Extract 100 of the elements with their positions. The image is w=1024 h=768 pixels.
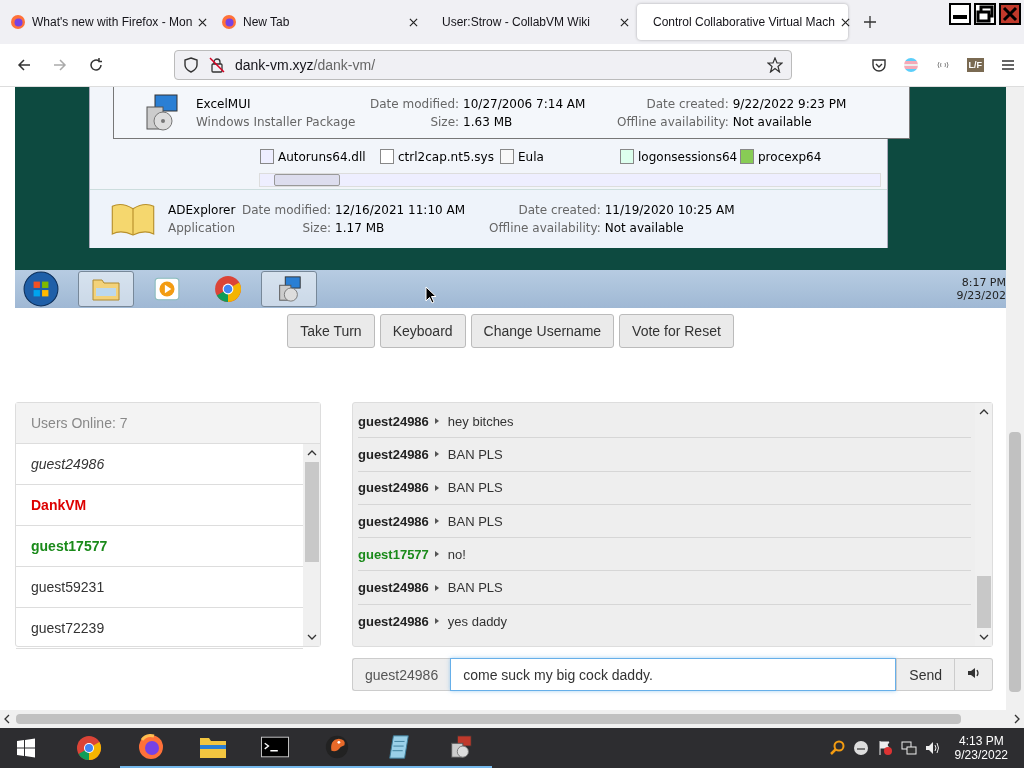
close-icon[interactable] bbox=[840, 17, 850, 27]
file-item[interactable]: Eula bbox=[500, 149, 620, 164]
windows-start-icon[interactable] bbox=[16, 738, 36, 758]
terminal-icon bbox=[261, 734, 289, 760]
chat-message: no! bbox=[447, 546, 466, 562]
field-label: Offline availability: bbox=[489, 221, 601, 235]
address-field[interactable]: dank-vm.xyz/dank-vm/ bbox=[174, 50, 792, 80]
menu-icon[interactable] bbox=[1000, 57, 1016, 73]
chat-message: BAN PLS bbox=[447, 513, 503, 529]
triangle-icon bbox=[434, 484, 439, 491]
extension-button[interactable]: L/F bbox=[966, 58, 984, 72]
star-icon[interactable] bbox=[767, 57, 783, 73]
vm-screen[interactable] bbox=[15, 87, 1006, 308]
file-name: ADExplorer bbox=[168, 203, 237, 217]
field-value: 9/22/2022 9:23 PM bbox=[732, 97, 847, 111]
control-button[interactable]: Change Username bbox=[470, 314, 615, 348]
chat-username: guest24986 bbox=[358, 480, 429, 496]
file-item[interactable]: procexp64 bbox=[740, 149, 860, 164]
shield-icon bbox=[183, 57, 199, 73]
field-label: Size: bbox=[301, 221, 332, 235]
file-item[interactable]: Autoruns64.dll bbox=[260, 149, 380, 164]
clock-date: 9/23/2022 bbox=[954, 748, 1008, 762]
chat-message: yes daddy bbox=[447, 613, 508, 629]
pocket-icon[interactable] bbox=[870, 57, 887, 73]
close-icon[interactable] bbox=[620, 17, 629, 27]
search-icon[interactable] bbox=[828, 740, 845, 756]
control-button[interactable]: Take Turn bbox=[287, 314, 375, 348]
horizontal-scrollbar[interactable] bbox=[0, 710, 1024, 728]
file-name: ExcelMUI bbox=[196, 97, 252, 111]
url-text: dank-vm.xyz/dank-vm/ bbox=[235, 57, 376, 73]
control-button[interactable]: Keyboard bbox=[379, 314, 466, 348]
taskbar-button[interactable] bbox=[78, 271, 134, 307]
restore-icon[interactable] bbox=[974, 3, 996, 25]
chat-username: guest24986 bbox=[358, 446, 429, 462]
chat-username: guest24986 bbox=[358, 413, 429, 429]
file-item[interactable]: logonsessions64 bbox=[620, 149, 740, 164]
chat-message: BAN PLS bbox=[447, 480, 503, 496]
field-label: Date modified: bbox=[242, 203, 332, 217]
field-value: 1.17 MB bbox=[335, 221, 386, 235]
new-tab-icon[interactable] bbox=[864, 16, 876, 28]
face-status-icon[interactable] bbox=[852, 740, 869, 756]
back-icon[interactable] bbox=[16, 57, 32, 73]
scroll-up-icon[interactable] bbox=[306, 450, 317, 456]
browser-tab[interactable]: User:Strow - CollabVM Wiki bbox=[426, 4, 637, 40]
triangle-icon bbox=[434, 451, 439, 458]
chrome-icon bbox=[213, 275, 243, 303]
vertical-scrollbar[interactable] bbox=[1006, 87, 1024, 710]
close-icon[interactable] bbox=[198, 17, 208, 27]
insecure-lock-icon bbox=[209, 57, 225, 73]
file-type: Application bbox=[168, 221, 237, 235]
field-label: Size: bbox=[429, 115, 460, 129]
network-icon[interactable] bbox=[900, 740, 917, 756]
scroll-right-icon[interactable] bbox=[1014, 714, 1020, 724]
chat-username: guest17577 bbox=[358, 546, 429, 562]
field-value: Not available bbox=[604, 221, 685, 235]
chat-username: guest24986 bbox=[358, 513, 429, 529]
mouse-cursor-icon bbox=[425, 286, 437, 304]
scroll-down-icon[interactable] bbox=[306, 634, 317, 640]
triangle-icon bbox=[434, 418, 439, 425]
browser-tab[interactable]: New Tab bbox=[215, 4, 426, 40]
chat-username: guest24986 bbox=[358, 580, 429, 596]
chat-username: guest24986 bbox=[358, 613, 429, 629]
chat-input[interactable]: come suck my big cock daddy. bbox=[450, 658, 897, 691]
send-button[interactable]: Send bbox=[896, 658, 955, 691]
triangle-icon bbox=[434, 618, 439, 625]
reload-icon[interactable] bbox=[88, 57, 104, 73]
field-label: Date created: bbox=[517, 203, 601, 217]
chat-message: BAN PLS bbox=[447, 580, 503, 596]
taskbar-button[interactable] bbox=[261, 271, 317, 307]
field-label: Date modified: bbox=[370, 97, 460, 111]
horizontal-scrollbar[interactable] bbox=[259, 173, 881, 187]
file-icon bbox=[620, 149, 634, 164]
chat-message: BAN PLS bbox=[447, 446, 503, 462]
media-player-icon bbox=[152, 275, 182, 303]
scrollbar-thumb[interactable] bbox=[976, 576, 991, 628]
firefox-icon bbox=[137, 734, 165, 760]
clock-time: 4:13 PM bbox=[958, 734, 1004, 748]
users-online-header: Users Online: 7 bbox=[16, 403, 320, 444]
field-label: Date created: bbox=[645, 97, 729, 111]
username-label: guest24986 bbox=[352, 658, 451, 691]
sound-button[interactable] bbox=[955, 658, 993, 691]
scroll-down-icon[interactable] bbox=[978, 634, 989, 640]
speaker-icon[interactable] bbox=[924, 740, 941, 756]
scroll-up-icon[interactable] bbox=[978, 409, 989, 415]
vertical-scrollbar[interactable] bbox=[303, 444, 320, 646]
tab-title: What's new with Firefox - Mon bbox=[32, 15, 193, 29]
clock-time: 8:17 PM bbox=[961, 276, 1006, 289]
start-orb-icon[interactable] bbox=[23, 271, 59, 307]
field-value: 11/19/2020 10:25 AM bbox=[604, 203, 735, 217]
browser-tab[interactable]: What's new with Firefox - Mon bbox=[4, 4, 215, 40]
tab-title: New Tab bbox=[243, 15, 291, 29]
scroll-left-icon[interactable] bbox=[4, 714, 10, 724]
minimize-icon[interactable] bbox=[949, 3, 971, 25]
control-button[interactable]: Vote for Reset bbox=[619, 314, 734, 348]
file-item[interactable]: ctrl2cap.nt5.sys bbox=[380, 149, 500, 164]
chat-message: hey bitches bbox=[447, 413, 514, 429]
field-value: 10/27/2006 7:14 AM bbox=[463, 97, 587, 111]
flag-icon[interactable] bbox=[876, 740, 893, 756]
close-icon[interactable] bbox=[409, 17, 418, 27]
browser-tab[interactable]: Control Collaborative Virtual Mach bbox=[637, 4, 848, 40]
